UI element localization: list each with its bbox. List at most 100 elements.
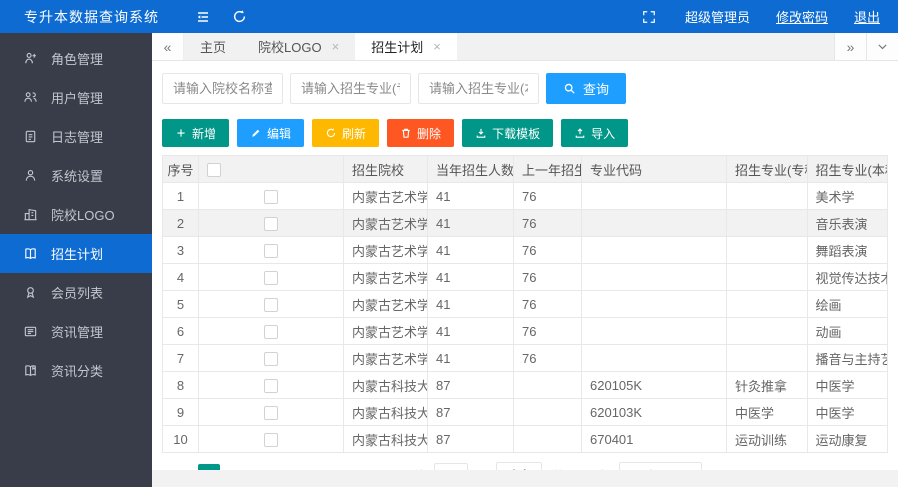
table-header-cell: 招生专业(本科) [806,155,888,183]
sidebar-item-system-settings[interactable]: 系统设置 [0,156,152,195]
sidebar-item-news-management[interactable]: 资讯管理 [0,312,152,351]
cell-checkbox [198,263,344,291]
table-row[interactable]: 6 内蒙古艺术学院 41 76 动画 [162,317,888,345]
cell-major-code: 620103K [581,398,727,426]
sidebar-item-member-list[interactable]: 会员列表 [0,273,152,312]
row-checkbox[interactable] [264,432,278,447]
logout-link[interactable]: 退出 [854,7,880,26]
table-row[interactable]: 4 内蒙古艺术学院 41 76 视觉传达技术 [162,263,888,291]
table-row[interactable]: 1 内蒙古艺术学院 41 76 美术学 [162,182,888,210]
major-benke-search-input[interactable] [418,73,539,104]
row-checkbox[interactable] [264,405,278,420]
cell-major-code [581,344,727,372]
sidebar-item-user-management[interactable]: 用户管理 [0,78,152,117]
cell-major-benke: 舞蹈表演 [806,236,888,264]
table-header-cell: 招生院校 [343,155,428,183]
sidebar-item-label: 资讯分类 [51,364,104,379]
edit-button[interactable]: 编辑 [237,119,305,147]
cell-school: 内蒙古艺术学院 [343,263,428,291]
row-checkbox[interactable] [264,297,278,312]
add-button[interactable]: 新增 [162,119,230,147]
row-checkbox[interactable] [264,270,278,285]
fullscreen-icon[interactable] [639,0,659,33]
table-row[interactable]: 5 内蒙古艺术学院 41 76 绘画 [162,290,888,318]
table-header-cell: 序号 [162,155,199,183]
cell-major-zhuanke [726,344,808,372]
sidebar-item-log-management[interactable]: 日志管理 [0,117,152,156]
change-password-link[interactable]: 修改密码 [776,7,828,26]
plus [175,127,187,139]
tab-close-icon[interactable]: × [433,40,441,53]
cell-checkbox [198,290,344,318]
table-row[interactable]: 10 内蒙古科技大学包头医学院 87 670401 运动训练 运动康复 [162,425,888,453]
cell-prev-year-count [513,371,582,399]
cell-school: 内蒙古艺术学院 [343,344,428,372]
header-right: 超级管理员 修改密码 退出 [639,0,898,33]
cell-school: 内蒙古艺术学院 [343,290,428,318]
sidebar-item-enrollment-plan[interactable]: 招生计划 [0,234,152,273]
content-panel: 查询 新增 编辑 [152,61,898,487]
sidebar-item-role-management[interactable]: 角色管理 [0,39,152,78]
news [22,324,38,340]
cell-school: 内蒙古艺术学院 [343,182,428,210]
cell-school: 内蒙古科技大学包头医学院 [343,371,428,399]
column-label: 招生专业(专科) [735,162,806,178]
sidebar-item-school-logo[interactable]: 院校LOGO [0,195,152,234]
row-checkbox[interactable] [264,189,278,204]
row-checkbox[interactable] [264,216,278,231]
refresh-button[interactable]: 刷新 [312,119,380,147]
tab-school-logo[interactable]: 院校LOGO × [242,33,355,60]
toolbar-button-label: 下载模板 [492,126,541,141]
row-checkbox[interactable] [264,324,278,339]
app-root: 专升本数据查询系统 超级管理员 修改密码 退出 角色管理 用户管理 日志管理 系… [0,0,898,487]
tab-label: 院校LOGO [258,40,322,55]
cell-checkbox [198,371,344,399]
role [22,51,38,67]
tabs-scroll-left-icon[interactable]: « [152,33,184,60]
settings [22,168,38,184]
tab-enrollment-plan[interactable]: 招生计划 × [355,33,457,60]
cell-index: 1 [162,182,199,210]
cell-prev-year-count [513,425,582,453]
table-row[interactable]: 3 内蒙古艺术学院 41 76 舞蹈表演 [162,236,888,264]
cell-checkbox [198,209,344,237]
table-row[interactable]: 8 内蒙古科技大学包头医学院 87 620105K 针灸推拿 中医学 [162,371,888,399]
cell-current-year-count: 87 [427,398,514,426]
table-row[interactable]: 9 内蒙古科技大学包头医学院 87 620103K 中医学 中医学 [162,398,888,426]
upload [574,127,586,139]
row-checkbox[interactable] [264,243,278,258]
cell-current-year-count: 87 [427,371,514,399]
major-zhuanke-search-input[interactable] [290,73,411,104]
top-header: 专升本数据查询系统 超级管理员 修改密码 退出 [0,0,898,33]
school-name-search-input[interactable] [162,73,283,104]
sidebar-item-label: 会员列表 [51,286,104,301]
cell-prev-year-count: 76 [513,317,582,345]
download-template-button[interactable]: 下载模板 [462,119,554,147]
cell-index: 8 [162,371,199,399]
toolbar-button-label: 刷新 [342,126,367,141]
sidebar-item-news-category[interactable]: 资讯分类 [0,351,152,390]
table-row[interactable]: 2 内蒙古艺术学院 41 76 音乐表演 [162,209,888,237]
row-checkbox[interactable] [264,378,278,393]
row-checkbox[interactable] [264,351,278,366]
current-user[interactable]: 超级管理员 [685,7,750,26]
cell-school: 内蒙古艺术学院 [343,317,428,345]
content-area: « 主页 院校LOGO × 招生计划 × » 请输入院校名称查询 请输入招生专业… [152,33,898,487]
cell-major-benke: 播音与主持艺术 [806,344,888,372]
delete-button[interactable]: 删除 [387,119,455,147]
tab-close-icon[interactable]: × [332,40,340,53]
tabs-scroll-right-icon[interactable]: » [834,33,866,60]
query-button-label: 查询 [583,82,610,97]
refresh-page-icon[interactable] [221,0,257,33]
table-row[interactable]: 7 内蒙古艺术学院 41 76 播音与主持艺术 [162,344,888,372]
toolbar: 新增 编辑 刷新 删除 下载模板 导入 [162,119,888,147]
query-button[interactable]: 查询 [546,73,627,104]
cell-major-code [581,209,727,237]
tab-home[interactable]: 主页 [184,33,242,60]
import-button[interactable]: 导入 [561,119,629,147]
book [22,246,38,262]
collapse-menu-icon[interactable] [185,0,221,33]
tabs-menu-icon[interactable] [866,33,898,60]
cell-major-code [581,182,727,210]
select-all-checkbox[interactable] [207,162,221,177]
